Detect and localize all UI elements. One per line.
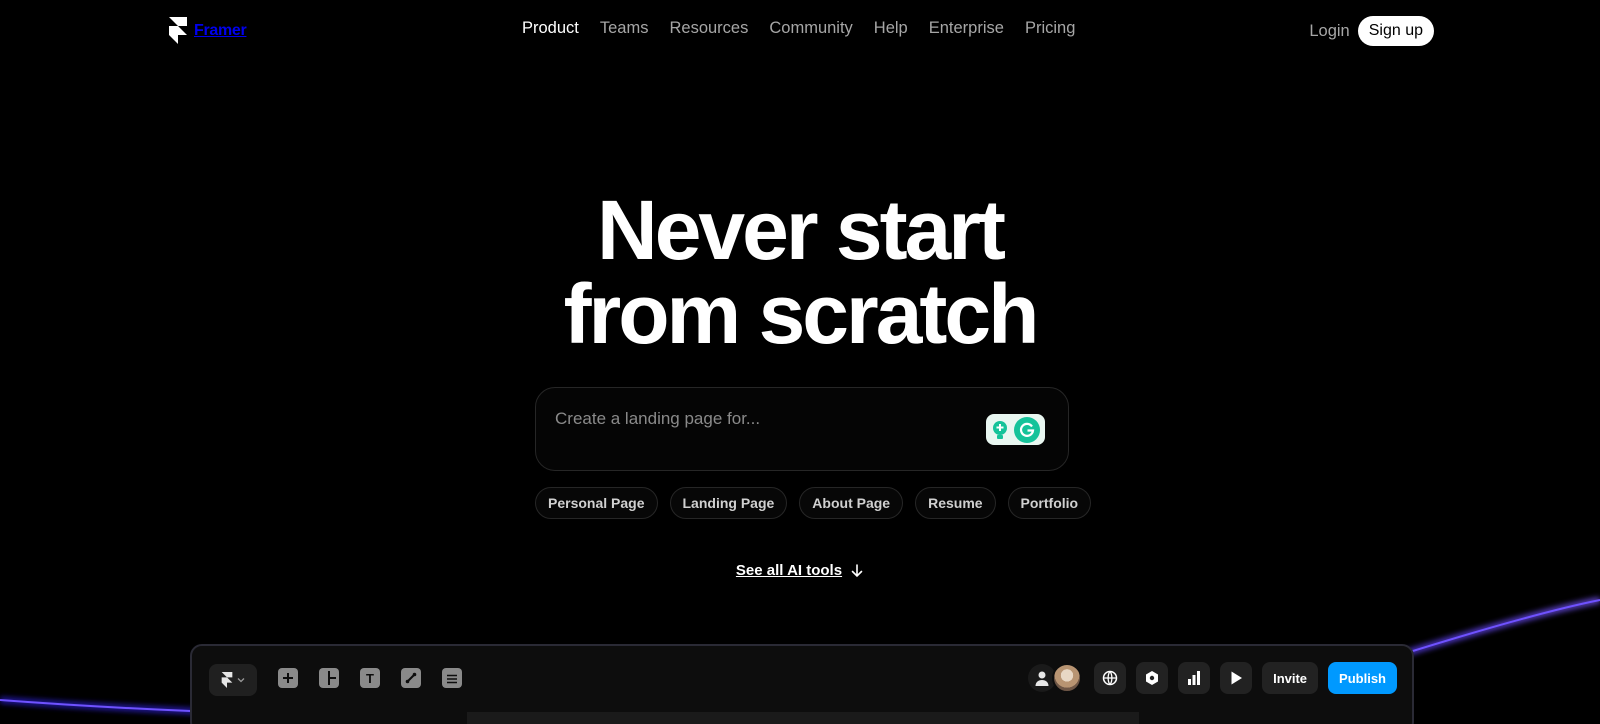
editor-insert-tools: T <box>278 668 462 688</box>
chevron-down-icon <box>237 678 245 683</box>
ai-prompt-input[interactable] <box>555 408 955 430</box>
editor-canvas[interactable] <box>467 712 1139 724</box>
globe-icon[interactable] <box>1094 662 1127 694</box>
grammar-g-icon <box>1014 416 1040 443</box>
database-icon[interactable] <box>442 668 462 688</box>
vector-icon[interactable] <box>401 668 421 688</box>
main-nav: Product Teams Resources Community Help E… <box>522 19 1075 38</box>
nav-link-teams[interactable]: Teams <box>600 19 649 38</box>
signup-button[interactable]: Sign up <box>1357 16 1434 46</box>
analytics-icon[interactable] <box>1178 662 1211 694</box>
see-all-ai-tools-link[interactable]: See all AI tools <box>0 562 1600 579</box>
writing-assistant-badge[interactable] <box>986 414 1045 445</box>
brand-name: Framer <box>194 21 247 39</box>
chip-about-page[interactable]: About Page <box>799 487 904 519</box>
lightbulb-icon <box>993 420 1007 439</box>
chip-portfolio[interactable]: Portfolio <box>1007 487 1092 519</box>
hero-title-line-2: from scratch <box>563 267 1040 361</box>
arrow-down-icon <box>851 563 863 577</box>
editor-toolbar-right: Invite Publish <box>1028 662 1397 694</box>
hero-title-line-1: Never start <box>597 183 1006 277</box>
nav-link-product[interactable]: Product <box>522 19 579 38</box>
invite-button[interactable]: Invite <box>1262 662 1319 694</box>
nav-link-community[interactable]: Community <box>769 19 852 38</box>
collaborator-avatars[interactable] <box>1028 663 1083 693</box>
editor-toolbar: T Invite Publish <box>192 646 1412 712</box>
nav-link-help[interactable]: Help <box>874 19 908 38</box>
settings-hexagon-icon[interactable] <box>1136 662 1169 694</box>
chip-landing-page[interactable]: Landing Page <box>669 487 788 519</box>
text-icon[interactable]: T <box>360 668 380 688</box>
prompt-suggestion-chips: Personal Page Landing Page About Page Re… <box>535 487 1092 519</box>
top-nav: Framer Product Teams Resources Community… <box>0 0 1600 60</box>
plus-icon[interactable] <box>278 668 298 688</box>
see-all-ai-tools-label: See all AI tools <box>735 562 843 579</box>
hero-title: Never start from scratch <box>0 188 1600 356</box>
ai-prompt-box <box>535 387 1069 471</box>
framer-logo-icon <box>221 672 233 688</box>
nav-link-resources[interactable]: Resources <box>669 19 748 38</box>
login-link[interactable]: Login <box>1309 22 1349 41</box>
nav-link-enterprise[interactable]: Enterprise <box>929 19 1004 38</box>
layout-icon[interactable] <box>319 668 339 688</box>
collaborator-avatar <box>1052 663 1083 693</box>
editor-preview: T Invite Publish <box>190 644 1414 724</box>
auth-actions: Login Sign up <box>1309 16 1434 46</box>
nav-link-pricing[interactable]: Pricing <box>1025 19 1075 38</box>
editor-menu-button[interactable] <box>209 664 257 696</box>
play-preview-icon[interactable] <box>1220 662 1253 694</box>
brand-logo-link[interactable]: Framer <box>168 17 247 44</box>
chip-personal-page[interactable]: Personal Page <box>535 487 658 519</box>
framer-logo-icon <box>169 17 187 44</box>
chip-resume[interactable]: Resume <box>915 487 996 519</box>
publish-button[interactable]: Publish <box>1328 662 1397 694</box>
